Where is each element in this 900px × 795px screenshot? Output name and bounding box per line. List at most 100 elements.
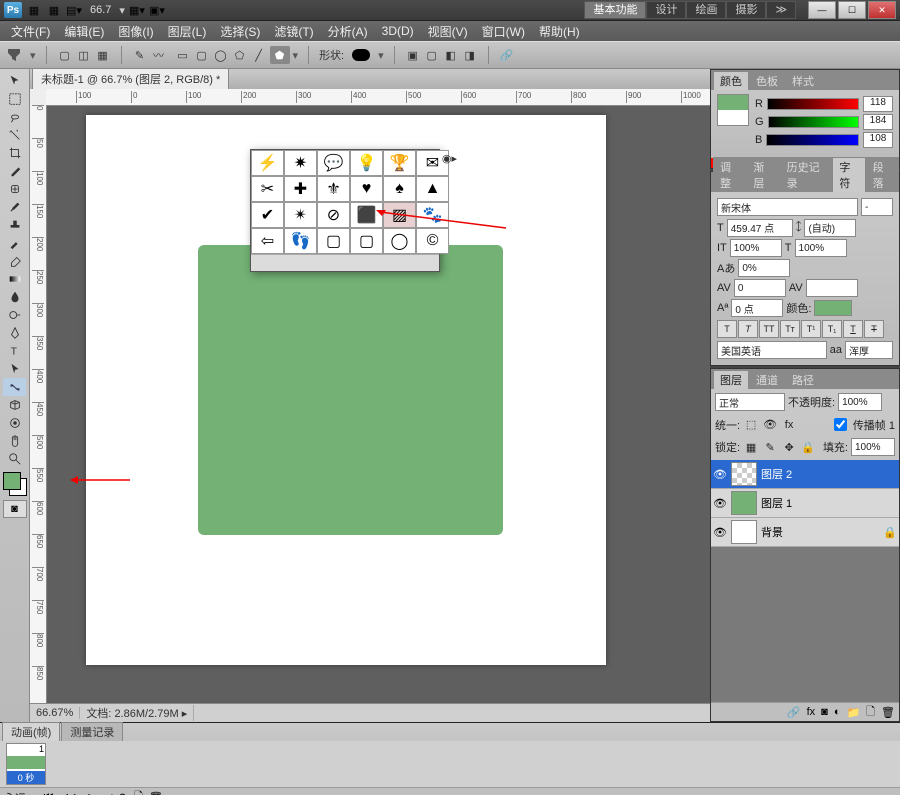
shape-rectangle[interactable] — [198, 245, 503, 535]
slider-r[interactable] — [767, 98, 859, 110]
chevron-right-icon[interactable]: ▸ — [182, 708, 188, 720]
menu-file[interactable]: 文件(F) — [4, 23, 57, 40]
unify-visibility-icon[interactable]: 👁 — [762, 417, 778, 433]
shape-cell[interactable]: ✷ — [284, 150, 317, 176]
unify-style-icon[interactable]: fx — [781, 417, 797, 433]
tab-character[interactable]: 字符 — [832, 157, 865, 192]
stamp-tool[interactable] — [3, 216, 26, 234]
shape-cell[interactable]: ✔ — [251, 202, 284, 228]
subscript-button[interactable]: T₁ — [822, 320, 842, 338]
line-shape-icon[interactable]: ╱ — [251, 47, 267, 63]
menu-layer[interactable]: 图层(L) — [161, 23, 214, 40]
shape-cell[interactable]: © — [416, 228, 449, 254]
shape-cell[interactable]: 👣 — [284, 228, 317, 254]
menu-select[interactable]: 选择(S) — [213, 23, 267, 40]
hscale-input[interactable]: 100% — [795, 239, 847, 257]
menu-help[interactable]: 帮助(H) — [532, 23, 587, 40]
pathop-exclude-icon[interactable]: ◨ — [462, 47, 478, 63]
layer-name-label[interactable]: 图层 2 — [761, 466, 792, 482]
layer-visibility-icon[interactable]: 👁 — [713, 525, 727, 539]
new-frame-icon[interactable]: 🗋 — [134, 788, 143, 795]
first-frame-icon[interactable]: ⏮ — [44, 791, 54, 795]
path-select-tool[interactable] — [3, 360, 26, 378]
bold-button[interactable]: T — [717, 320, 737, 338]
move-tool[interactable] — [3, 72, 26, 90]
shape-cell[interactable]: ✴ — [284, 202, 317, 228]
quickmask-toggle[interactable]: ◙ — [3, 500, 27, 518]
document-tab[interactable]: 未标题-1 @ 66.7% (图层 2, RGB/8) * — [32, 68, 229, 89]
shape-cell[interactable]: ▲ — [416, 176, 449, 202]
blend-mode-select[interactable]: 正常 — [715, 393, 785, 411]
hand-tool[interactable] — [3, 432, 26, 450]
workspace-tab-painting[interactable]: 绘画 — [686, 1, 726, 19]
opacity-input[interactable]: 100% — [838, 393, 882, 411]
unify-position-icon[interactable]: ⬚ — [743, 417, 759, 433]
shape-cell[interactable]: ▢ — [350, 228, 383, 254]
menu-edit[interactable]: 编辑(E) — [57, 23, 111, 40]
workspace-tab-essentials[interactable]: 基本功能 — [584, 1, 646, 19]
shape-dropdown-icon[interactable]: ▾ — [378, 49, 384, 62]
workspace-tab-design[interactable]: 设计 — [646, 1, 686, 19]
leading-input[interactable]: (自动) — [804, 219, 856, 237]
frame-time[interactable]: 0 秒 — [7, 771, 45, 784]
allcaps-button[interactable]: TT — [759, 320, 779, 338]
font-style-select[interactable]: - — [861, 198, 893, 216]
pathop-subtract-icon[interactable]: ▢ — [424, 47, 440, 63]
tab-animation[interactable]: 动画(帧) — [2, 722, 60, 741]
layer-row[interactable]: 👁图层 1 — [711, 489, 899, 518]
antialias-select[interactable]: 浑厚 — [845, 341, 893, 359]
layer-visibility-icon[interactable]: 👁 — [713, 467, 727, 481]
ruler-origin[interactable] — [30, 89, 47, 106]
tab-paths[interactable]: 路径 — [785, 370, 821, 389]
loop-select[interactable]: 永远 — [4, 790, 26, 795]
tab-layers[interactable]: 图层 — [713, 370, 749, 389]
fill-pixels-icon[interactable]: ▦ — [95, 47, 111, 63]
animation-frame[interactable]: 1 0 秒 — [6, 743, 46, 785]
vscale-input[interactable]: 100% — [730, 239, 782, 257]
layer-thumbnail[interactable] — [731, 462, 757, 486]
shape-cell[interactable]: ▢ — [317, 228, 350, 254]
lock-all-icon[interactable]: 🔒 — [800, 439, 816, 455]
eraser-tool[interactable] — [3, 252, 26, 270]
healing-tool[interactable] — [3, 180, 26, 198]
tab-styles[interactable]: 样式 — [785, 71, 821, 90]
delete-layer-icon[interactable]: 🗑 — [881, 706, 895, 719]
history-brush-tool[interactable] — [3, 234, 26, 252]
pen-tool[interactable] — [3, 324, 26, 342]
lock-transparency-icon[interactable]: ▦ — [743, 439, 759, 455]
arrange-icon[interactable]: ▦▾ — [129, 2, 145, 18]
adjustment-layer-icon[interactable]: ◐ — [834, 706, 841, 718]
shape-cell[interactable]: 💡 — [350, 150, 383, 176]
lock-position-icon[interactable]: ✥ — [781, 439, 797, 455]
crop-tool[interactable] — [3, 144, 26, 162]
dodge-tool[interactable] — [3, 306, 26, 324]
window-minimize-button[interactable]: — — [808, 1, 836, 19]
layer-name-label[interactable]: 背景 — [761, 524, 783, 540]
next-frame-icon[interactable]: ▶ — [88, 791, 96, 795]
wand-tool[interactable] — [3, 126, 26, 144]
shape-cell[interactable]: ⇦ — [251, 228, 284, 254]
input-b[interactable]: 108 — [863, 132, 893, 148]
layer-row[interactable]: 👁背景🔒 — [711, 518, 899, 547]
layer-fx-icon[interactable]: fx — [807, 706, 816, 718]
fill-input[interactable]: 100% — [851, 438, 895, 456]
foreground-color-swatch[interactable] — [3, 472, 21, 490]
current-shape-preview[interactable] — [352, 49, 370, 61]
shape-picker-flyout-icon[interactable]: ◉▸ — [442, 152, 457, 165]
tracking-input[interactable]: 0 — [734, 279, 786, 297]
menu-analysis[interactable]: 分析(A) — [321, 23, 375, 40]
zoom-dropdown-icon[interactable]: ▾ — [119, 4, 125, 17]
language-select[interactable]: 美国英语 — [717, 341, 827, 359]
shape-cell[interactable]: ✂ — [251, 176, 284, 202]
layer-name-label[interactable]: 图层 1 — [761, 495, 792, 511]
play-icon[interactable]: ▶ — [74, 791, 82, 795]
menu-view[interactable]: 视图(V) — [421, 23, 475, 40]
tool-preset-icon[interactable] — [6, 47, 22, 63]
shape-cell[interactable]: 🏆 — [383, 150, 416, 176]
shape-cell[interactable]: ⬛ — [350, 202, 383, 228]
eyedropper-tool[interactable] — [3, 162, 26, 180]
timeline-toggle-icon[interactable]: ▭▭ — [875, 791, 896, 795]
char-color-swatch[interactable] — [814, 300, 852, 316]
window-maximize-button[interactable]: ☐ — [838, 1, 866, 19]
type-tool[interactable]: T — [3, 342, 26, 360]
